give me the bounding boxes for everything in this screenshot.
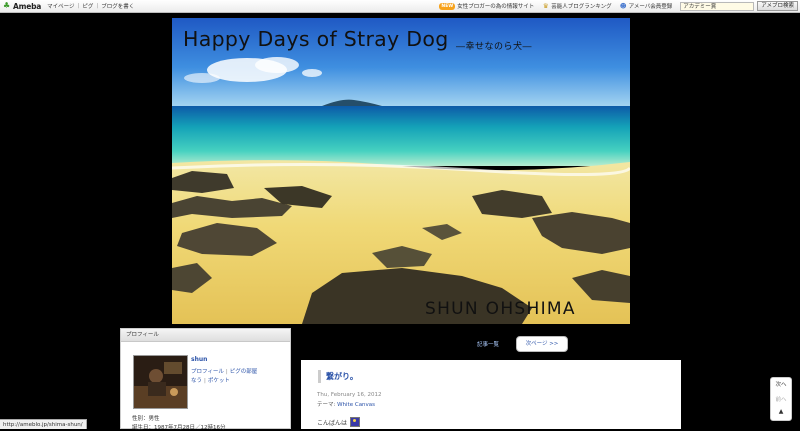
blog-header-image[interactable]: Happy Days of Stray Dog ―幸せなのら犬― SHUN OH… xyxy=(172,18,630,324)
ameba-top-bar: ♣ Ameba マイページ | ピグ | ブログを書く NEW 女性ブロガーの為… xyxy=(0,0,800,13)
article-body-text: こんばんは xyxy=(317,419,348,427)
article-title[interactable]: 繋がり。 xyxy=(326,372,358,381)
ranking-link[interactable]: ♛ 芸能人ブログランキング xyxy=(542,1,612,10)
profile-link[interactable]: プロフィール xyxy=(191,369,224,375)
profile-panel: プロフィール shun プロフィール | ピグの部屋 なう | ポケット 性別：男性 誕… xyxy=(120,328,291,431)
pig-link[interactable]: ピグ xyxy=(82,2,93,10)
profile-links: プロフィール | ピグの部屋 なう | ポケット xyxy=(191,368,257,386)
avatar[interactable] xyxy=(133,355,188,409)
avatar-photo xyxy=(134,356,187,408)
side-next-button[interactable]: 次へ xyxy=(771,380,791,388)
register-link[interactable]: ☻ アメーバ会員登録 xyxy=(620,2,673,10)
pig-room-link[interactable]: ピグの部屋 xyxy=(230,369,258,375)
ameba-logo[interactable]: ♣ Ameba xyxy=(3,2,41,11)
new-badge: NEW xyxy=(439,2,456,10)
blog-title[interactable]: Happy Days of Stray Dog xyxy=(183,27,449,51)
scroll-top-icon[interactable]: ▲ xyxy=(771,408,791,415)
night-emoji-icon xyxy=(350,417,361,427)
crown-icon: ♛ xyxy=(542,1,549,10)
theme-label: テーマ: xyxy=(317,402,336,408)
nav-separator: | xyxy=(77,3,80,9)
beach-photo xyxy=(172,18,630,324)
ameba-leaf-icon: ♣ xyxy=(3,1,11,10)
article-title-wrap: 繋がり。 xyxy=(318,370,358,383)
now-link[interactable]: なう xyxy=(191,378,202,384)
blog-subtitle: ―幸せなのら犬― xyxy=(456,42,533,52)
link-separator: | xyxy=(204,378,206,384)
theme-link[interactable]: White Canvas xyxy=(337,402,375,408)
status-bar-url: http://ameblo.jp/shima-shun/ xyxy=(0,419,87,429)
ranking-link-label: 芸能人ブログランキング xyxy=(551,4,612,10)
side-page-nav: 次へ 前へ ▲ xyxy=(770,377,792,421)
profile-birthday: 誕生日：1987年7月28日／12時16分 xyxy=(132,425,226,431)
link-separator: | xyxy=(225,369,228,375)
ameblo-search-button[interactable]: アメブロ検索 xyxy=(757,1,798,11)
next-page-button[interactable]: 次ページ >> xyxy=(516,336,568,352)
global-nav: マイページ | ピグ | ブログを書く xyxy=(47,2,134,10)
search-input[interactable] xyxy=(680,1,755,11)
article-body: こんばんは xyxy=(317,417,361,427)
nav-separator: | xyxy=(96,3,99,9)
register-link-label: アメーバ会員登録 xyxy=(628,4,673,10)
entry-list-link[interactable]: 記事一覧 xyxy=(477,340,499,348)
article: 繋がり。 Thu, February 16, 2012 テーマ: White C… xyxy=(301,360,681,429)
pocket-link[interactable]: ポケット xyxy=(208,378,230,384)
ameba-brand-text: Ameba xyxy=(13,1,42,11)
profile-gender: 性別：男性 xyxy=(132,416,160,422)
write-blog-link[interactable]: ブログを書く xyxy=(101,2,134,10)
article-theme: テーマ: White Canvas xyxy=(317,400,375,408)
top-right-tools: NEW 女性ブロガーの為の情報サイト ♛ 芸能人ブログランキング ☻ アメーバ会… xyxy=(439,1,798,11)
article-date: Thu, February 16, 2012 xyxy=(317,392,382,398)
author-name: SHUN OHSHIMA xyxy=(425,299,576,319)
profile-name[interactable]: shun xyxy=(191,356,207,363)
side-prev-button[interactable]: 前へ xyxy=(771,395,791,403)
promo-link[interactable]: NEW 女性ブロガーの為の情報サイト xyxy=(439,2,534,10)
promo-link-label: 女性ブロガーの為の情報サイト xyxy=(457,4,535,10)
profile-header: プロフィール xyxy=(121,329,290,342)
mypage-link[interactable]: マイページ xyxy=(47,2,74,10)
user-icon: ☻ xyxy=(619,1,627,10)
